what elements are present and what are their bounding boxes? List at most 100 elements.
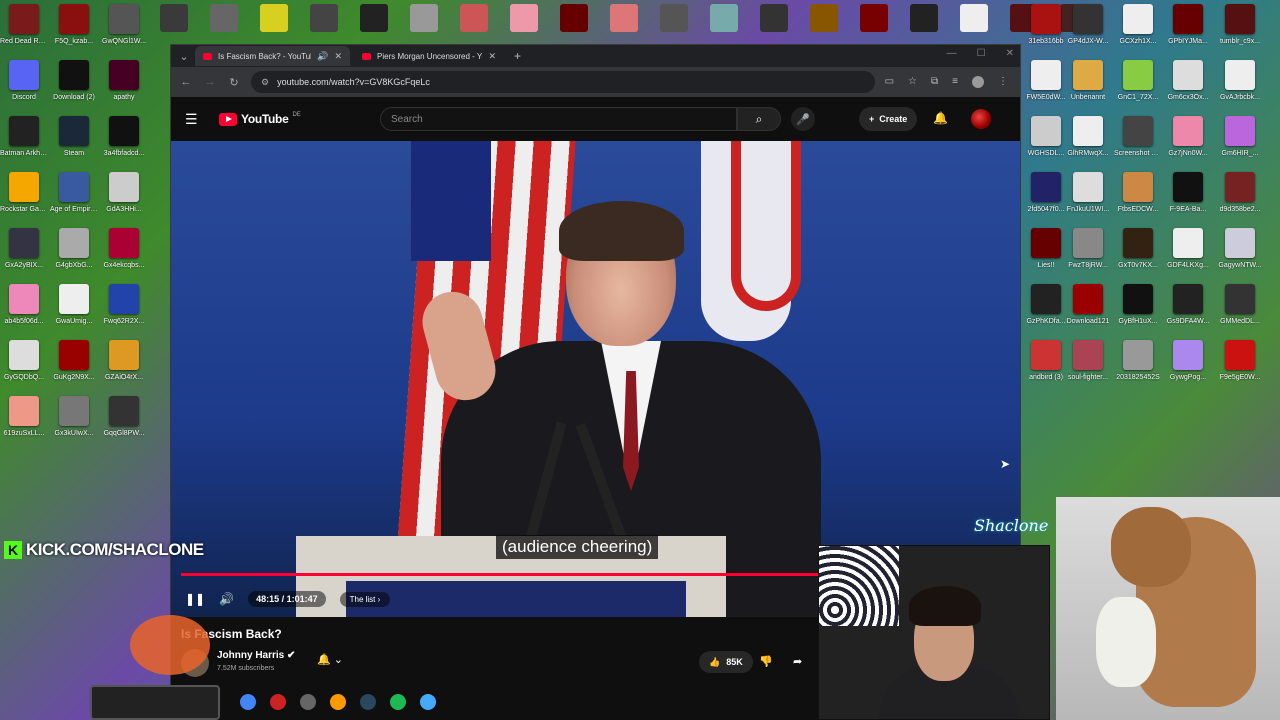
tab-piers-morgan[interactable]: Piers Morgan Uncensored - Yo ✕ xyxy=(354,46,504,66)
desktop-icon[interactable]: Unbenannt xyxy=(1064,60,1112,102)
bookmark-star-icon[interactable]: ☆ xyxy=(908,76,917,88)
desktop-icon[interactable]: tumblr_c9x... xyxy=(1216,4,1264,46)
tab-youtube-fascism[interactable]: Is Fascism Back? - YouTube 🔊 ✕ xyxy=(195,46,350,66)
desktop-icon[interactable]: soul-fighter... xyxy=(1064,340,1112,382)
desktop-icon[interactable]: Red Dead Redempti... xyxy=(0,4,48,46)
tab-close-icon[interactable]: ✕ xyxy=(488,51,496,62)
desktop-icon[interactable]: GqqGl8PW... xyxy=(100,396,148,438)
desktop-icon[interactable]: Steam xyxy=(50,116,98,158)
url-field[interactable]: ⚙ youtube.com/watch?v=GV8KGcFqeLc xyxy=(251,71,875,93)
app-icon[interactable] xyxy=(300,694,316,710)
desktop-icon[interactable]: F-9EA-Ba... xyxy=(1164,172,1212,214)
desktop-icon[interactable]: ab4b5f06d... xyxy=(0,284,48,326)
desktop-thumb[interactable] xyxy=(610,4,638,32)
desktop-icon[interactable]: GdA3HHi... xyxy=(100,172,148,214)
desktop-icon[interactable]: 3a4fbfadcd... xyxy=(100,116,148,158)
minimize-icon[interactable]: — xyxy=(947,48,957,59)
desktop-icon[interactable]: Screenshot 2023-06-... xyxy=(1114,116,1162,158)
desktop-thumb[interactable] xyxy=(160,4,188,32)
tab-audio-icon[interactable]: 🔊 xyxy=(317,51,328,62)
menu-kebab-icon[interactable]: ⋮ xyxy=(998,76,1008,88)
desktop-thumb[interactable] xyxy=(310,4,338,32)
desktop-thumb[interactable] xyxy=(410,4,438,32)
desktop-icon[interactable]: Age of Empires... xyxy=(50,172,98,214)
desktop-icon[interactable]: FnJkuU1WI... xyxy=(1064,172,1112,214)
window-close-icon[interactable]: ✕ xyxy=(1006,48,1014,59)
desktop-icon[interactable]: apathy xyxy=(100,60,148,102)
desktop-thumb[interactable] xyxy=(260,4,288,32)
desktop-icon[interactable]: G4gbXbG... xyxy=(50,228,98,270)
desktop-icon[interactable]: Gx3kUIwX... xyxy=(50,396,98,438)
desktop-thumb[interactable] xyxy=(510,4,538,32)
desktop-thumb[interactable] xyxy=(760,4,788,32)
thumbs-down-icon[interactable]: 👎 xyxy=(759,655,773,668)
app-icon[interactable] xyxy=(270,694,286,710)
desktop-icon[interactable]: 31eb316bb xyxy=(1022,4,1070,46)
desktop-icon[interactable]: Fwq62R2X... xyxy=(100,284,148,326)
tab-search-icon[interactable]: ⌄ xyxy=(177,50,191,63)
spotify-icon[interactable] xyxy=(390,694,406,710)
desktop-icon[interactable]: GPbIYJMa... xyxy=(1164,4,1212,46)
desktop-icon[interactable]: GywgPog... xyxy=(1164,340,1212,382)
desktop-thumb[interactable] xyxy=(210,4,238,32)
desktop-icon[interactable]: 2fd5047f0... xyxy=(1022,172,1070,214)
share-icon[interactable]: ➦ xyxy=(793,655,802,668)
app-icon[interactable] xyxy=(330,694,346,710)
desktop-thumb[interactable] xyxy=(710,4,738,32)
notifications-bell-icon[interactable]: 🔔 xyxy=(933,111,948,125)
desktop-icon[interactable]: GyBfH1uX... xyxy=(1114,284,1162,326)
reload-icon[interactable]: ↻ xyxy=(227,76,241,89)
desktop-icon[interactable]: GuKg2N9X... xyxy=(50,340,98,382)
account-avatar[interactable] xyxy=(971,109,991,129)
desktop-icon[interactable]: Gm6cx3Ox... xyxy=(1164,60,1212,102)
desktop-icon[interactable]: d9d358be2... xyxy=(1216,172,1264,214)
forward-icon[interactable]: → xyxy=(203,76,217,88)
desktop-icon[interactable]: GvAJrbcbk... xyxy=(1216,60,1264,102)
cast-icon[interactable]: ▭ xyxy=(885,76,894,88)
hamburger-menu-icon[interactable]: ☰ xyxy=(185,111,211,128)
desktop-icon[interactable]: Gs9DFA4W... xyxy=(1164,284,1212,326)
desktop-thumb[interactable] xyxy=(360,4,388,32)
media-icon[interactable]: ≡ xyxy=(952,76,958,88)
desktop-icon[interactable]: WGHSDL... xyxy=(1022,116,1070,158)
voice-search-button[interactable]: 🎤 xyxy=(791,107,815,131)
profile-avatar[interactable] xyxy=(972,76,984,88)
desktop-icon[interactable]: Lies!! xyxy=(1022,228,1070,270)
desktop-thumb[interactable] xyxy=(810,4,838,32)
extensions-icon[interactable]: ⧉ xyxy=(931,76,938,88)
search-input[interactable]: Search xyxy=(380,107,737,131)
search-button[interactable]: ⌕ xyxy=(737,107,781,131)
desktop-icon[interactable]: andbird (3) xyxy=(1022,340,1070,382)
desktop-icon[interactable]: GwQNGl1W... xyxy=(100,4,148,46)
desktop-icon[interactable]: GwaUmig... xyxy=(50,284,98,326)
desktop-icon[interactable]: GxT0v7KX... xyxy=(1114,228,1162,270)
desktop-icon[interactable]: GCXzh1X... xyxy=(1114,4,1162,46)
desktop-thumb[interactable] xyxy=(660,4,688,32)
desktop-icon[interactable]: GDF4LKXg... xyxy=(1164,228,1212,270)
chrome-icon[interactable] xyxy=(240,694,256,710)
steam-taskbar-icon[interactable] xyxy=(360,694,376,710)
create-button[interactable]: + Create xyxy=(859,107,918,131)
desktop-thumb[interactable] xyxy=(460,4,488,32)
site-info-icon[interactable]: ⚙ xyxy=(261,77,269,88)
desktop-icon[interactable]: GlhRMwqX... xyxy=(1064,116,1112,158)
desktop-icon[interactable]: GzPhKDfa... xyxy=(1022,284,1070,326)
channel-name-link[interactable]: Johnny Harris ✔ xyxy=(217,650,295,661)
desktop-thumb[interactable] xyxy=(910,4,938,32)
maximize-icon[interactable]: ☐ xyxy=(977,48,986,59)
desktop-icon[interactable]: GyGQDbQ... xyxy=(0,340,48,382)
desktop-icon[interactable]: F5Q_kzab... xyxy=(50,4,98,46)
desktop-icon[interactable]: GxA2yBIX... xyxy=(0,228,48,270)
tab-close-icon[interactable]: ✕ xyxy=(334,51,342,62)
desktop-icon[interactable]: F9e5gE0W... xyxy=(1216,340,1264,382)
chapter-button[interactable]: The list › xyxy=(339,591,391,607)
desktop-icon[interactable]: GZAiO4rX... xyxy=(100,340,148,382)
desktop-icon[interactable]: Rockstar Games ... xyxy=(0,172,48,214)
youtube-logo[interactable]: YouTube DE xyxy=(219,112,301,126)
desktop-icon[interactable]: Gm6HIR_... xyxy=(1216,116,1264,158)
desktop-icon[interactable]: FwzT8jRW... xyxy=(1064,228,1112,270)
pause-icon[interactable]: ❚❚ xyxy=(185,592,205,606)
desktop-icon[interactable]: Batman Arkham As... xyxy=(0,116,48,158)
desktop-icon[interactable]: Download121 xyxy=(1064,284,1112,326)
back-icon[interactable]: ← xyxy=(179,76,193,88)
